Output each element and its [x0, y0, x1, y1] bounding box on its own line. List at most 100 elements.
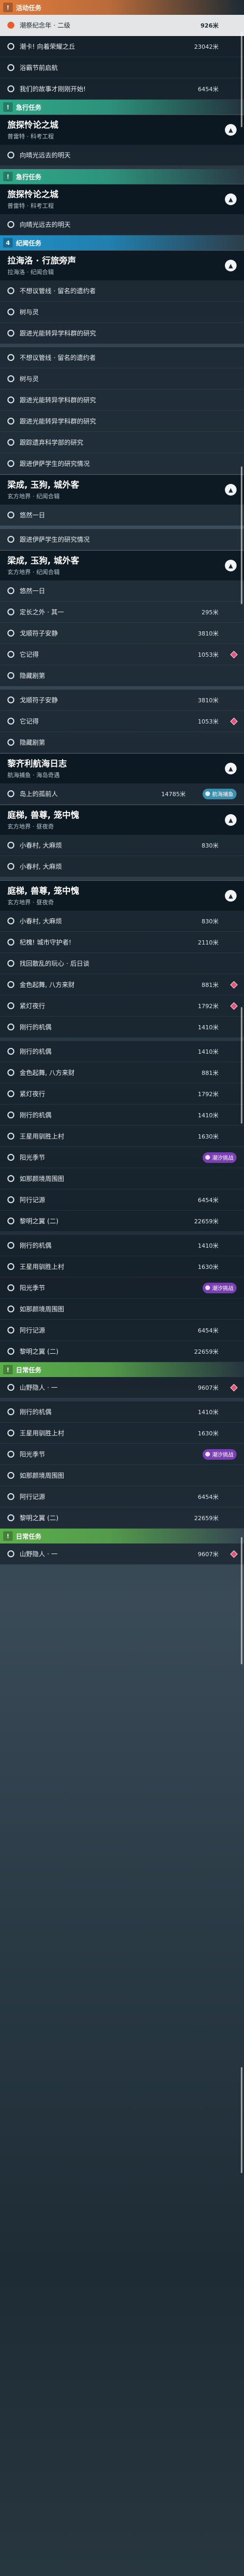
category-number-badge: ! — [3, 172, 13, 181]
quest-group-header[interactable]: 梁成, 玉狗, 城外客 玄方地界 · 纪闻合辑 ▲ — [0, 474, 244, 505]
quest-item[interactable]: 王星用驯胜上村 1630米 — [0, 1126, 244, 1147]
quest-item[interactable]: 不想议管线 · 留名的遗约者 — [0, 280, 244, 302]
quest-item[interactable]: 刚行的机偶 1410米 — [0, 1017, 244, 1038]
category-header[interactable]: ! 急行任务 — [0, 100, 244, 114]
scrollbar-thumb[interactable] — [241, 2067, 242, 2173]
category-header[interactable]: ! 急行任务 — [0, 169, 244, 184]
quest-item[interactable]: 紧灯夜行 1792米 — [0, 995, 244, 1017]
challenge-badge[interactable]: 潮汐挑战 — [203, 1449, 237, 1460]
quest-group-header[interactable]: 梁成, 玉狗, 城外客 玄方地界 · 纪闻合辑 ▲ — [0, 550, 244, 580]
quest-item[interactable]: 跟踪遗弃科学部的研究 — [0, 432, 244, 453]
quest-group-header[interactable]: 庭梯, 兽尊, 笼中愧 玄方地界 · 昼夜奇 ▲ — [0, 805, 244, 835]
challenge-badge[interactable]: 潮汐挑战 — [203, 1282, 237, 1293]
category-header[interactable]: ! 日常任务 — [0, 1362, 244, 1377]
challenge-badge[interactable]: 航海捕鱼 — [203, 788, 237, 799]
quest-group-header[interactable]: 庭梯, 兽尊, 笼中愧 玄方地界 · 昼夜奇 ▲ — [0, 880, 244, 911]
chevron-up-icon[interactable]: ▲ — [225, 560, 237, 571]
challenge-badge[interactable]: 潮汐挑战 — [203, 1152, 237, 1163]
quest-item[interactable]: 跟进光能转异学科群的研究 — [0, 390, 244, 411]
quest-item[interactable]: 如那颜境周围图 — [0, 1168, 244, 1189]
quest-item[interactable]: 戈顺符子安静 3810米 — [0, 623, 244, 644]
quest-item[interactable]: 黎明之翼 (二) 22659米 — [0, 1341, 244, 1362]
quest-item[interactable]: 跟进伊萨学生的研究情况 — [0, 453, 244, 474]
quest-item[interactable]: 它记得 1053米 — [0, 644, 244, 665]
quest-item[interactable]: 刚行的机偶 1410米 — [0, 1041, 244, 1062]
quest-item[interactable]: 小春村, 大麻烦 830米 — [0, 835, 244, 856]
category-header[interactable]: ! 日常任务 — [0, 1529, 244, 1543]
quest-item[interactable]: 阳光季节 潮汐挑战 — [0, 1147, 244, 1168]
quest-item[interactable]: 如那颜境周围图 — [0, 1465, 244, 1486]
quest-item[interactable]: 紧灯夜行 1792米 — [0, 1083, 244, 1105]
quest-item-label: 如那颜境周围图 — [20, 1305, 65, 1313]
quest-status-ring-icon — [7, 460, 14, 467]
quest-group-header[interactable]: 旅探怜论之城 普雷特 · 科考工程 ▲ — [0, 184, 244, 214]
quest-status-ring-icon — [7, 1090, 14, 1097]
category-number-badge: ! — [3, 1365, 13, 1374]
chevron-up-icon[interactable]: ▲ — [225, 193, 237, 205]
quest-item[interactable]: 岛上的孤前人 14785米 航海捕鱼 — [0, 783, 244, 805]
quest-item[interactable]: 阿行记源 6454米 — [0, 1320, 244, 1341]
quest-item[interactable]: 阿行记源 6454米 — [0, 1486, 244, 1507]
scrollbar-thumb[interactable] — [241, 1537, 242, 1664]
quest-item[interactable]: 王星用驯胜上村 1630米 — [0, 1256, 244, 1277]
category-header[interactable]: ! 活动任务 — [0, 0, 244, 15]
quest-item[interactable]: 向晴光远去的明天 — [0, 214, 244, 235]
scrollbar-thumb[interactable] — [241, 1007, 242, 1124]
chevron-up-icon[interactable]: ▲ — [225, 814, 237, 826]
quest-item[interactable]: 阳光季节 潮汐挑战 — [0, 1277, 244, 1299]
quest-item[interactable]: 小春村, 大麻烦 — [0, 856, 244, 877]
chevron-up-icon[interactable]: ▲ — [225, 484, 237, 496]
chevron-up-icon[interactable]: ▲ — [225, 260, 237, 271]
quest-item[interactable]: 阿行记源 6454米 — [0, 1189, 244, 1211]
quest-item[interactable]: 隐藏剧第 — [0, 732, 244, 753]
chevron-up-icon[interactable]: ▲ — [225, 763, 237, 774]
chevron-up-icon[interactable]: ▲ — [225, 890, 237, 902]
quest-status-ring-icon — [7, 1493, 14, 1500]
quest-item[interactable]: 我们的故事才刚刚开始! 6454米 — [0, 78, 244, 100]
quest-item[interactable]: 找回散乱的玩心 · 后日谈 — [0, 953, 244, 974]
quest-item[interactable]: 树与灵 — [0, 302, 244, 323]
quest-group-header[interactable]: 拉海洛 · 行旅旁声 拉海洛 · 纪闻合辑 ▲ — [0, 250, 244, 280]
quest-item[interactable]: 戈顺符子安静 3810米 — [0, 690, 244, 711]
quest-item[interactable]: 刚行的机偶 1410米 — [0, 1401, 244, 1423]
quest-item[interactable]: 浴霸节前启航 — [0, 57, 244, 78]
quest-item[interactable]: 如那颜境周围图 — [0, 1299, 244, 1320]
quest-item[interactable]: 黎明之翼 (二) 22659米 — [0, 1211, 244, 1232]
scrollbar-thumb[interactable] — [241, 32, 242, 127]
quest-item[interactable]: 跟进光能转异学科群的研究 — [0, 323, 244, 344]
quest-status-ring-icon — [7, 1196, 14, 1203]
quest-status-ring-icon — [7, 863, 14, 870]
quest-item[interactable]: 刚行的机偶 1410米 — [0, 1105, 244, 1126]
quest-item[interactable]: 定长之外 · 其一 295米 — [0, 602, 244, 623]
quest-item[interactable]: 潮祭纪念年 · 二级 926米 — [0, 15, 244, 36]
quest-item[interactable]: 山野隐人 · 一 9607米 — [0, 1377, 244, 1398]
quest-item[interactable]: 隐藏剧第 — [0, 665, 244, 686]
quest-item[interactable]: 阳光季节 潮汐挑战 — [0, 1444, 244, 1465]
quest-status-ring-icon — [7, 152, 14, 158]
quest-item[interactable]: 刚行的机偶 1410米 — [0, 1235, 244, 1256]
quest-item[interactable]: 跟进光能转异学科群的研究 — [0, 411, 244, 432]
category-header[interactable]: 4 纪闻任务 — [0, 235, 244, 250]
quest-distance: 1410米 — [198, 1048, 219, 1055]
quest-item[interactable]: 小春村, 大麻烦 830米 — [0, 911, 244, 932]
quest-item[interactable]: 跟进伊萨学生的研究情况 — [0, 529, 244, 550]
quest-item[interactable]: 金色起舞, 八方来财 881米 — [0, 974, 244, 995]
quest-item[interactable]: 不想议管线 · 留名的遗约者 — [0, 347, 244, 368]
quest-item[interactable]: 悠然一日 — [0, 505, 244, 526]
track-marker-icon — [230, 717, 238, 725]
quest-item[interactable]: 向晴光远去的明天 — [0, 145, 244, 166]
quest-item[interactable]: 悠然一日 — [0, 580, 244, 602]
quest-item[interactable]: 山野隐人 · 一 9607米 — [0, 1543, 244, 1565]
quest-group-header[interactable]: 黎齐利航海日志 航海捕鱼 · 海岛奇遇 ▲ — [0, 753, 244, 783]
quest-item[interactable]: 王星用驯胜上村 1630米 — [0, 1423, 244, 1444]
quest-item[interactable]: 杞槐! 城市守护者! 2110米 — [0, 932, 244, 953]
quest-group-header[interactable]: 旅探怜论之城 普雷特 · 科考工程 ▲ — [0, 114, 244, 145]
quest-item[interactable]: 黎明之翼 (二) 22659米 — [0, 1507, 244, 1529]
quest-distance: 1792米 — [198, 1090, 219, 1098]
quest-item[interactable]: 金色起舞, 八方来财 881米 — [0, 1062, 244, 1083]
quest-item[interactable]: 潮卡! 向着荣耀之丘 23042米 — [0, 36, 244, 57]
quest-item[interactable]: 树与灵 — [0, 368, 244, 390]
scrollbar-thumb[interactable] — [241, 466, 242, 604]
quest-item[interactable]: 它记得 1053米 — [0, 711, 244, 732]
chevron-up-icon[interactable]: ▲ — [225, 124, 237, 136]
